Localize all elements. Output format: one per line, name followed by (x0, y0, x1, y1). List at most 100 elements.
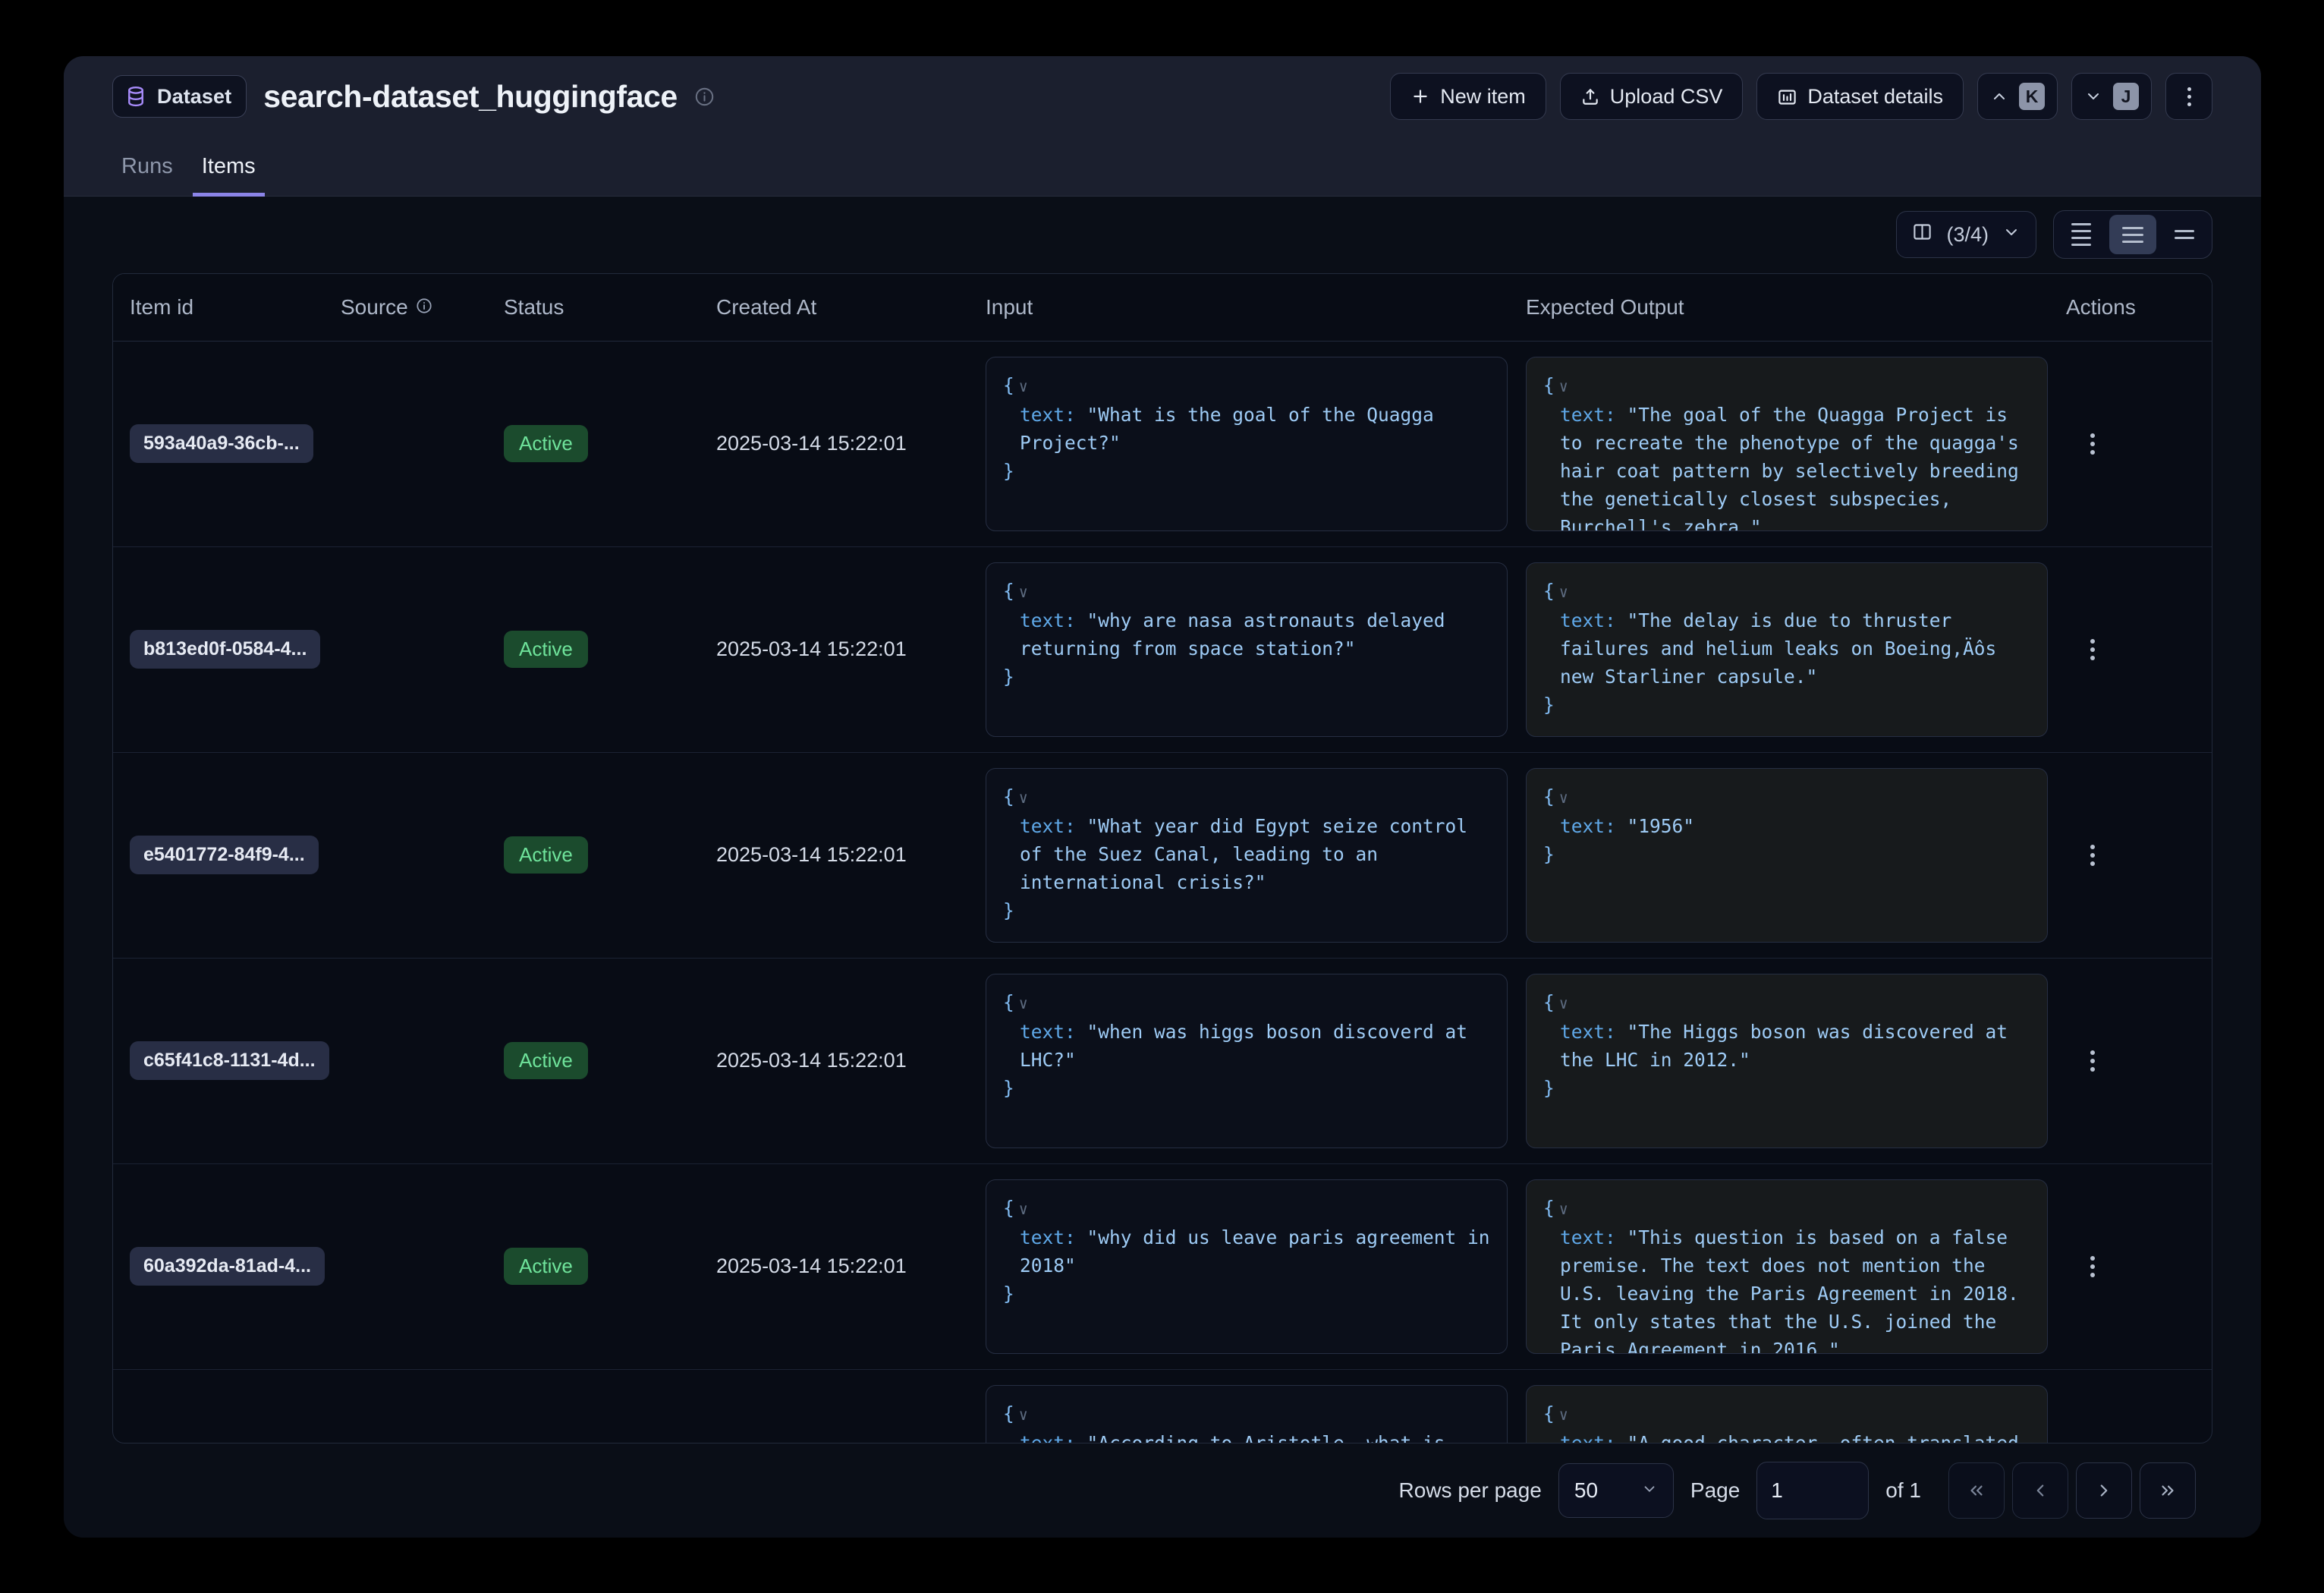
cell-actions (2066, 1369, 2212, 1443)
next-item-shortcut-button[interactable]: J (2071, 73, 2152, 120)
column-header-item-id[interactable]: Item id (113, 274, 341, 342)
chevron-down-icon[interactable]: ∨ (1014, 789, 1028, 807)
json-open-brace: { (1003, 1403, 1014, 1425)
row-more-button[interactable] (2080, 631, 2105, 668)
rows-per-page-label: Rows per page (1399, 1478, 1542, 1503)
rows-per-page-select[interactable]: 50 (1558, 1463, 1674, 1518)
column-header-source[interactable]: Source (341, 274, 504, 342)
created-at-text: 2025-03-14 15:22:01 (716, 843, 907, 866)
chevrons-right-icon (2158, 1481, 2178, 1500)
info-circle-icon[interactable] (694, 87, 715, 107)
item-id-chip[interactable]: 60a392da-81ad-4... (130, 1247, 325, 1286)
rows-per-page-value: 50 (1574, 1478, 1598, 1503)
chevron-down-icon[interactable]: ∨ (1555, 583, 1568, 601)
header-more-button[interactable] (2165, 73, 2212, 120)
chevrons-left-icon (1967, 1481, 1986, 1500)
prev-item-shortcut-button[interactable]: K (1977, 73, 2058, 120)
tab-runs[interactable]: Runs (112, 154, 182, 197)
table-toolbar: (3/4) (112, 197, 2212, 273)
chevron-left-icon (2030, 1481, 2050, 1500)
tab-bar: Runs Items (112, 137, 2212, 196)
column-header-status[interactable]: Status (504, 274, 716, 342)
chevron-down-icon[interactable]: ∨ (1555, 1200, 1568, 1218)
cell-expected-output: {∨text: "The delay is due to thruster fa… (1526, 546, 2066, 752)
cell-created-at: 2025-03-14 15:22:01 (716, 546, 986, 752)
input-json-viewer[interactable]: {∨text: "when was higgs boson discoverd … (986, 974, 1508, 1148)
column-header-input[interactable]: Input (986, 274, 1526, 342)
column-header-created-at[interactable]: Created At (716, 274, 986, 342)
json-open-brace: { (1003, 991, 1014, 1013)
json-open-brace: { (1543, 991, 1555, 1013)
first-page-button[interactable] (1948, 1462, 2005, 1519)
dataset-details-button[interactable]: Dataset details (1756, 73, 1964, 120)
table-row[interactable]: e5401772-84f9-4...Active2025-03-14 15:22… (113, 752, 2212, 958)
upload-csv-button[interactable]: Upload CSV (1560, 73, 1744, 120)
input-json-viewer[interactable]: {∨text: "What year did Egypt seize contr… (986, 768, 1508, 943)
json-value: "The Higgs boson was discovered at the L… (1560, 1021, 2019, 1071)
chevron-down-icon[interactable]: ∨ (1014, 583, 1028, 601)
density-medium-button[interactable] (2109, 215, 2156, 254)
cell-created-at: 2025-03-14 15:22:01 (716, 341, 986, 546)
output-json-viewer[interactable]: {∨text: "1956"} (1526, 768, 2048, 943)
last-page-button[interactable] (2140, 1462, 2196, 1519)
input-json-viewer[interactable]: {∨text: "According to Aristotle, what is… (986, 1385, 1508, 1443)
output-json-viewer[interactable]: {∨text: "A good character, often transla… (1526, 1385, 2048, 1443)
table-row[interactable]: c65f41c8-1131-4d... Active2025-03-14 15:2… (113, 958, 2212, 1163)
cell-created-at: 2025-03-14 15:22:01 (716, 958, 986, 1163)
cell-input: {∨text: "why are nasa astronauts delayed… (986, 546, 1526, 752)
item-id-chip[interactable]: e5401772-84f9-4... (130, 836, 319, 874)
column-visibility-select[interactable]: (3/4) (1896, 211, 2036, 258)
item-id-chip[interactable]: b813ed0f-0584-4... (130, 630, 320, 669)
input-json-viewer[interactable]: {∨text: "why are nasa astronauts delayed… (986, 562, 1508, 737)
density-large-button[interactable] (2161, 215, 2208, 254)
item-id-chip[interactable]: 593a40a9-36cb-... (130, 424, 313, 463)
cell-created-at: 2025-03-14 15:22:01 (716, 1369, 986, 1443)
json-open-brace: { (1543, 580, 1555, 602)
input-json-viewer[interactable]: {∨text: "What is the goal of the Quagga … (986, 357, 1508, 531)
next-page-button[interactable] (2076, 1462, 2132, 1519)
table-header-row: Item id Source (113, 274, 2212, 342)
density-compact-button[interactable] (2058, 215, 2105, 254)
table-row[interactable]: 54dbdc28-7afa-4...Active2025-03-14 15:22… (113, 1369, 2212, 1443)
info-circle-icon[interactable] (416, 295, 432, 320)
row-more-button[interactable] (2080, 837, 2105, 874)
tab-items[interactable]: Items (193, 154, 265, 197)
cell-expected-output: {∨text: "The goal of the Quagga Project … (1526, 341, 2066, 546)
status-badge: Active (504, 1248, 588, 1285)
column-header-expected-output[interactable]: Expected Output (1526, 274, 2066, 342)
table-row[interactable]: b813ed0f-0584-4...Active2025-03-14 15:22… (113, 546, 2212, 752)
output-json-viewer[interactable]: {∨text: "The delay is due to thruster fa… (1526, 562, 2048, 737)
status-badge: Active (504, 425, 588, 462)
created-at-text: 2025-03-14 15:22:01 (716, 638, 907, 660)
row-more-button[interactable] (2080, 1043, 2105, 1079)
chevron-down-icon[interactable]: ∨ (1014, 994, 1028, 1012)
chevron-down-icon[interactable]: ∨ (1555, 994, 1568, 1012)
cell-status: Active (504, 958, 716, 1163)
new-item-label: New item (1440, 85, 1526, 109)
json-value: "A good character, often translated as m… (1560, 1432, 2030, 1443)
json-value: "What is the goal of the Quagga Project?… (1020, 404, 1445, 454)
table-head: Item id Source (113, 274, 2212, 342)
row-more-button[interactable] (2080, 426, 2105, 462)
output-json-viewer[interactable]: {∨text: "The goal of the Quagga Project … (1526, 357, 2048, 531)
json-key: text: (1560, 1021, 1616, 1043)
dataset-type-badge: Dataset (112, 75, 247, 118)
table-row[interactable]: 593a40a9-36cb-... Active 2025-03-14 15:22:… (113, 341, 2212, 546)
chevron-down-icon[interactable]: ∨ (1014, 1406, 1028, 1424)
page-number-input[interactable] (1756, 1462, 1869, 1519)
chevron-down-icon[interactable]: ∨ (1014, 377, 1028, 395)
item-id-chip[interactable]: c65f41c8-1131-4d... (130, 1041, 329, 1080)
output-json-viewer[interactable]: {∨ text: "The Higgs boson was discovered … (1526, 974, 2048, 1148)
output-json-viewer[interactable]: {∨text: "This question is based on a fal… (1526, 1179, 2048, 1354)
new-item-button[interactable]: New item (1390, 73, 1546, 120)
chevron-down-icon[interactable]: ∨ (1555, 377, 1568, 395)
chevron-down-icon[interactable]: ∨ (1014, 1200, 1028, 1218)
table-row[interactable]: 60a392da-81ad-4...Active2025-03-14 15:22… (113, 1163, 2212, 1369)
title-group: Dataset search-dataset_huggingface (112, 75, 1375, 118)
chevron-down-icon[interactable]: ∨ (1555, 789, 1568, 807)
prev-page-button[interactable] (2012, 1462, 2068, 1519)
chevron-down-icon[interactable]: ∨ (1555, 1406, 1568, 1424)
input-json-viewer[interactable]: {∨text: "why did us leave paris agreemen… (986, 1179, 1508, 1354)
row-more-button[interactable] (2080, 1248, 2105, 1285)
json-close-brace: } (1543, 694, 1555, 716)
